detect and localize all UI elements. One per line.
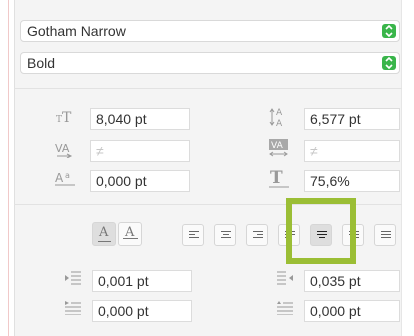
- right-indent-field[interactable]: 0,035 pt: [304, 270, 400, 292]
- align-center-icon: [221, 231, 231, 241]
- kerning-field[interactable]: ≠: [90, 140, 190, 162]
- svg-text:A: A: [55, 171, 64, 185]
- underline-mark: [98, 241, 111, 242]
- strikethrough-char-button[interactable]: A: [118, 222, 142, 246]
- divider: [14, 88, 402, 89]
- right-indent-icon: [274, 270, 296, 292]
- leading-icon: AA: [268, 106, 290, 129]
- svg-text:A: A: [276, 108, 283, 118]
- justify-all-button[interactable]: [374, 224, 396, 246]
- margin-guide: [8, 0, 9, 336]
- outer-margin: [0, 0, 14, 336]
- space-before-field[interactable]: 0,000 pt: [304, 300, 400, 322]
- font-size-field[interactable]: 8,040 pt: [90, 108, 190, 130]
- svg-text:A: A: [276, 119, 283, 128]
- svg-text:a: a: [65, 171, 70, 180]
- svg-text:T: T: [62, 110, 72, 124]
- baseline-shift-field[interactable]: 0,000 pt: [90, 170, 190, 192]
- svg-text:VA: VA: [271, 141, 284, 151]
- space-before-icon: [274, 300, 296, 322]
- baseline-shift-icon: Aa: [54, 170, 76, 192]
- justify-all-icon: [381, 231, 391, 241]
- underline-char-button[interactable]: A: [92, 222, 116, 246]
- char-a-label: A: [99, 225, 109, 240]
- horizontal-scale-icon: T: [268, 168, 290, 190]
- first-line-indent-icon: [62, 300, 84, 322]
- horizontal-scale-field[interactable]: 75,6%: [304, 170, 400, 192]
- align-center-button[interactable]: [214, 224, 236, 246]
- first-line-indent-field[interactable]: 0,000 pt: [92, 300, 192, 322]
- font-style-select[interactable]: Bold: [20, 52, 400, 74]
- font-style-value: Bold: [27, 55, 56, 71]
- kerning-icon: VA: [54, 140, 76, 162]
- strike-mark: [123, 238, 138, 239]
- font-size-icon: TT: [54, 108, 76, 130]
- highlight-box: [286, 198, 356, 264]
- left-indent-field[interactable]: 0,001 pt: [92, 270, 192, 292]
- align-left-button[interactable]: [182, 224, 204, 246]
- tracking-icon: VA: [268, 138, 290, 160]
- svg-text:T: T: [270, 168, 283, 188]
- align-right-icon: [253, 231, 263, 241]
- chevron-updown-icon: [382, 24, 396, 38]
- svg-text:VA: VA: [55, 142, 70, 155]
- align-left-icon: [189, 231, 199, 241]
- left-indent-icon: [62, 270, 84, 292]
- leading-field[interactable]: 6,577 pt: [304, 108, 400, 130]
- chevron-updown-icon: [382, 56, 396, 70]
- font-family-select[interactable]: Gotham Narrow: [20, 20, 400, 42]
- tracking-field[interactable]: ≠: [304, 140, 400, 162]
- font-family-value: Gotham Narrow: [27, 23, 126, 39]
- align-right-button[interactable]: [246, 224, 268, 246]
